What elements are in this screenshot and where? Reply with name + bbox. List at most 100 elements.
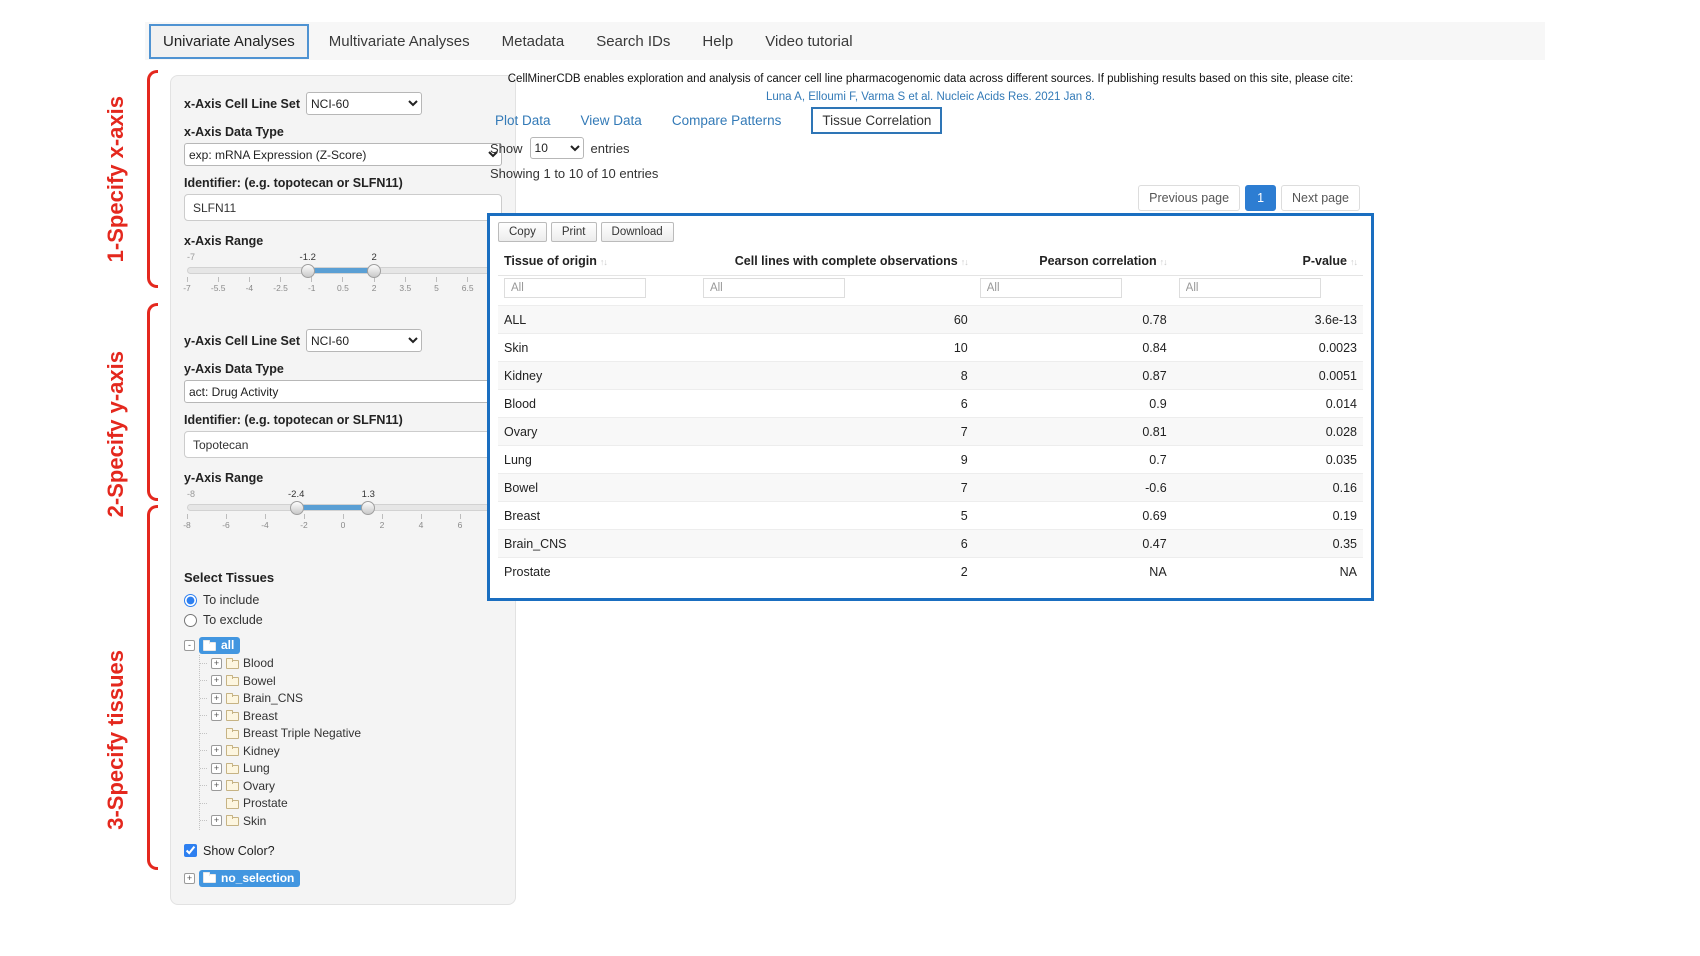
tree-root-row[interactable]: - all [184, 637, 502, 655]
previous-page-button[interactable]: Previous page [1138, 185, 1240, 211]
tree-item-label[interactable]: Bowel [243, 674, 276, 688]
filter-pvalue-input[interactable] [1179, 278, 1321, 298]
tree-item[interactable]: + Skin [200, 812, 502, 830]
tree-item-label[interactable]: Skin [243, 814, 266, 828]
include-radio[interactable] [184, 594, 197, 607]
filter-pearson-input[interactable] [980, 278, 1122, 298]
tab-compare-patterns[interactable]: Compare Patterns [672, 113, 782, 128]
tree-root-all[interactable]: all [199, 637, 240, 654]
y-identifier-input[interactable] [184, 431, 502, 458]
expand-icon[interactable]: + [211, 780, 222, 791]
x-slider-low-handle[interactable] [301, 264, 315, 278]
tab-view-data[interactable]: View Data [581, 113, 642, 128]
expand-icon[interactable] [211, 798, 222, 809]
table-row[interactable]: Brain_CNS 6 0.47 0.35 [498, 530, 1363, 558]
table-row[interactable]: ALL 60 0.78 3.6e-13 [498, 306, 1363, 334]
tab-tissue-correlation[interactable]: Tissue Correlation [811, 107, 942, 134]
tree-item-label[interactable]: Brain_CNS [243, 691, 303, 705]
tree-item-label[interactable]: Prostate [243, 796, 288, 810]
tick-mark [342, 277, 343, 282]
y-cell-line-set-select[interactable]: NCI-60 [306, 329, 422, 352]
x-slider-low-value: -1.2 [300, 252, 316, 263]
tab-univariate-analyses[interactable]: Univariate Analyses [149, 24, 309, 59]
filter-tissue-input[interactable] [504, 278, 646, 298]
expand-icon[interactable]: + [211, 710, 222, 721]
tick-label: -4 [261, 520, 269, 530]
expand-icon[interactable]: + [211, 675, 222, 686]
table-row[interactable]: Breast 5 0.69 0.19 [498, 502, 1363, 530]
page-1-button[interactable]: 1 [1245, 185, 1276, 211]
table-row[interactable]: Kidney 8 0.87 0.0051 [498, 362, 1363, 390]
tree-item-label[interactable]: Breast [243, 709, 278, 723]
x-data-type-select[interactable]: exp: mRNA Expression (Z-Score) [184, 143, 502, 166]
x-cell-line-set-select[interactable]: NCI-60 [306, 92, 422, 115]
tab-multivariate-analyses[interactable]: Multivariate Analyses [317, 26, 482, 57]
x-cell-line-set-label: x-Axis Cell Line Set [184, 97, 300, 111]
tree-item[interactable]: Breast Triple Negative [200, 725, 502, 743]
col-cell-lines[interactable]: Cell lines with complete observations↑↓ [697, 247, 974, 276]
entries-select[interactable]: 10 [530, 137, 584, 159]
tree-item[interactable]: Prostate [200, 795, 502, 813]
expand-icon[interactable]: + [184, 873, 195, 884]
table-row[interactable]: Prostate 2 NA NA [498, 558, 1363, 586]
y-slider-track[interactable] [187, 504, 499, 511]
folder-icon [226, 817, 239, 826]
tree-item[interactable]: + Breast [200, 707, 502, 725]
tab-help[interactable]: Help [690, 26, 745, 57]
tree-item-label[interactable]: Kidney [243, 744, 280, 758]
col-p-value[interactable]: P-value↑↓ [1173, 247, 1363, 276]
table-row[interactable]: Skin 10 0.84 0.0023 [498, 334, 1363, 362]
y-slider-low-handle[interactable] [290, 501, 304, 515]
tab-search-ids[interactable]: Search IDs [584, 26, 682, 57]
expand-icon[interactable]: + [211, 763, 222, 774]
table-row[interactable]: Blood 6 0.9 0.014 [498, 390, 1363, 418]
tick-label: 0 [341, 520, 346, 530]
expand-icon[interactable] [211, 728, 222, 739]
tissue-mode-include[interactable]: To include [184, 593, 502, 607]
next-page-button[interactable]: Next page [1281, 185, 1360, 211]
tree-no-selection[interactable]: no_selection [199, 870, 300, 887]
show-color-checkbox[interactable] [184, 844, 197, 857]
col-pearson-correlation[interactable]: Pearson correlation↑↓ [974, 247, 1173, 276]
tissue-mode-exclude[interactable]: To exclude [184, 613, 502, 627]
table-row[interactable]: Ovary 7 0.81 0.028 [498, 418, 1363, 446]
print-button[interactable]: Print [551, 222, 597, 242]
exclude-radio[interactable] [184, 614, 197, 627]
collapse-icon[interactable]: - [184, 640, 195, 651]
folder-icon [226, 782, 239, 791]
table-row[interactable]: Lung 9 0.7 0.035 [498, 446, 1363, 474]
expand-icon[interactable]: + [211, 815, 222, 826]
expand-icon[interactable]: + [211, 745, 222, 756]
y-slider-high-handle[interactable] [361, 501, 375, 515]
x-identifier-input[interactable] [184, 194, 502, 221]
y-data-type-select[interactable]: act: Drug Activity [184, 380, 502, 403]
tree-item-label[interactable]: Breast Triple Negative [243, 726, 361, 740]
tab-metadata[interactable]: Metadata [490, 26, 577, 57]
tree-item[interactable]: + Lung [200, 760, 502, 778]
citation-link[interactable]: Luna A, Elloumi F, Varma S et al. Nuclei… [487, 91, 1374, 103]
show-color-row[interactable]: Show Color? [184, 844, 502, 858]
tab-plot-data[interactable]: Plot Data [495, 113, 551, 128]
no-selection-row[interactable]: + no_selection [184, 870, 502, 888]
tree-item[interactable]: + Brain_CNS [200, 690, 502, 708]
copy-button[interactable]: Copy [498, 222, 547, 242]
tree-item[interactable]: + Ovary [200, 777, 502, 795]
tree-item-label[interactable]: Blood [243, 656, 274, 670]
expand-icon[interactable]: + [211, 693, 222, 704]
col-tissue-of-origin[interactable]: Tissue of origin↑↓ [498, 247, 697, 276]
tree-item-label[interactable]: Ovary [243, 779, 275, 793]
tree-item[interactable]: + Kidney [200, 742, 502, 760]
x-slider-high-handle[interactable] [367, 264, 381, 278]
filter-cell-lines-input[interactable] [703, 278, 845, 298]
download-button[interactable]: Download [601, 222, 674, 242]
cell-pearson: 0.7 [974, 446, 1173, 474]
tree-item[interactable]: + Bowel [200, 672, 502, 690]
tree-item[interactable]: + Blood [200, 655, 502, 673]
expand-icon[interactable]: + [211, 658, 222, 669]
tree-item-label[interactable]: Lung [243, 761, 270, 775]
table-row[interactable]: Bowel 7 -0.6 0.16 [498, 474, 1363, 502]
table-summary: Showing 1 to 10 of 10 entries [490, 166, 658, 181]
entries-label: entries [591, 141, 630, 156]
x-slider-track[interactable] [187, 267, 499, 274]
tab-video-tutorial[interactable]: Video tutorial [753, 26, 864, 57]
